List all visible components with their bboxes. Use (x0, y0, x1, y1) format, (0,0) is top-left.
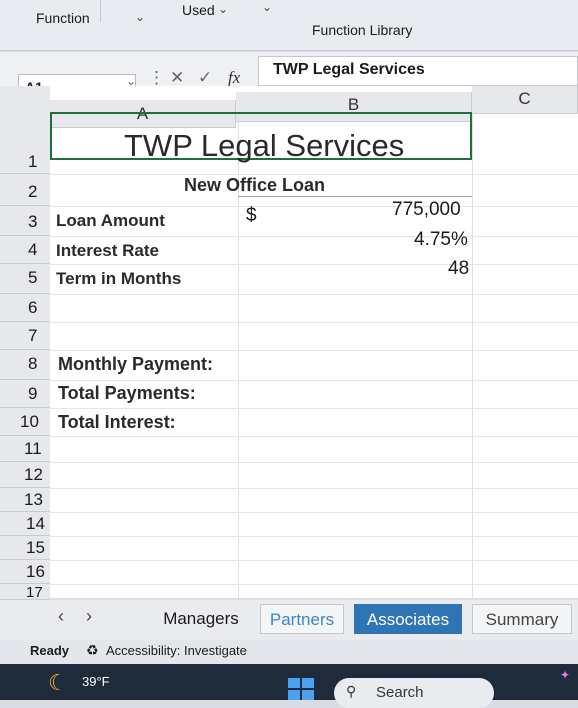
gridline (50, 236, 578, 237)
status-ready: Ready (30, 643, 70, 658)
start-windows-icon[interactable] (288, 678, 314, 700)
cell-bottom-border (238, 196, 472, 197)
gridline (50, 462, 578, 463)
sheet-tab-summary[interactable]: Summary (472, 604, 572, 634)
chevron-down-icon[interactable]: ⌄ (218, 2, 228, 16)
ribbon-separator (100, 0, 101, 22)
row-header-11[interactable]: 11 (0, 436, 50, 462)
scroll-tabs-right-icon[interactable]: › (86, 606, 92, 627)
taskbar: ☾ 39°F ⚲ Search ✦ (0, 664, 578, 708)
gridline (50, 264, 578, 265)
chevron-down-icon[interactable]: ⌄ (135, 10, 145, 24)
cell-subtitle[interactable]: New Office Loan (184, 175, 325, 196)
formula-input[interactable]: TWP Legal Services (258, 56, 578, 86)
ribbon: Function ⌄ Used ⌄ ⌄ Function Library (0, 0, 578, 51)
status-bar: Ready ♻ Accessibility: Investigate (0, 640, 578, 664)
gridline (472, 112, 473, 600)
row-header-9[interactable]: 9 (0, 380, 50, 408)
row-header-8[interactable]: 8 (0, 350, 50, 380)
row-header-12[interactable]: 12 (0, 462, 50, 488)
cell-interest-rate-value[interactable]: 4.75% (414, 229, 468, 251)
sheet-tab-partners[interactable]: Partners (260, 604, 344, 634)
row-header-3[interactable]: 3 (0, 206, 50, 236)
row-header-10[interactable]: 10 (0, 408, 50, 436)
cell-term-label[interactable]: Term in Months (56, 269, 181, 289)
gridline (50, 294, 578, 295)
row-header-5[interactable]: 5 (0, 264, 50, 294)
cell-term-value[interactable]: 48 (448, 258, 469, 280)
insert-function-button[interactable]: Function (36, 10, 90, 26)
enter-icon[interactable]: ✓ (198, 68, 212, 88)
search-icon: ⚲ (346, 683, 357, 699)
column-header-c[interactable]: C (472, 86, 578, 114)
cell-loan-amount-value[interactable]: 775,000 (392, 199, 461, 221)
weather-moon-icon[interactable]: ☾ (48, 670, 68, 696)
cell-title[interactable]: TWP Legal Services (124, 128, 404, 164)
row-header-15[interactable]: 15 (0, 536, 50, 560)
cell-dollar-sign[interactable]: $ (246, 205, 257, 227)
accessibility-icon: ♻ (86, 642, 99, 658)
row-header-14[interactable]: 14 (0, 512, 50, 536)
row-header-6[interactable]: 6 (0, 294, 50, 322)
gridline (50, 380, 578, 381)
gridline (50, 584, 578, 585)
row-header-17[interactable]: 17 (0, 584, 50, 600)
cell-interest-rate-label[interactable]: Interest Rate (56, 241, 159, 261)
weather-temperature[interactable]: 39°F (82, 674, 110, 689)
accessibility-status[interactable]: Accessibility: Investigate (106, 643, 247, 658)
scroll-tabs-left-icon[interactable]: ‹ (58, 606, 64, 627)
gridline (50, 206, 578, 207)
row-header-1[interactable]: 1 (0, 128, 50, 174)
row-header-2[interactable]: 2 (0, 174, 50, 206)
more-icon: ⋮ (148, 68, 165, 87)
gridline (50, 436, 578, 437)
sheet-tab-managers[interactable]: Managers (154, 604, 248, 634)
sheet-tab-associates[interactable]: Associates (354, 604, 462, 634)
recently-used-button[interactable]: Used (182, 2, 215, 18)
taskbar-search-placeholder: Search (376, 684, 424, 701)
cell-total-payments-label[interactable]: Total Payments: (58, 383, 196, 404)
row-header-13[interactable]: 13 (0, 488, 50, 512)
gridline (50, 408, 578, 409)
gridline (50, 512, 578, 513)
row-header-7[interactable]: 7 (0, 322, 50, 350)
gridline (50, 536, 578, 537)
gridline (50, 322, 578, 323)
cell-loan-amount-label[interactable]: Loan Amount (56, 211, 165, 231)
row-header-4[interactable]: 4 (0, 236, 50, 264)
gridline (50, 350, 578, 351)
gridline (50, 560, 578, 561)
select-all-corner[interactable] (0, 86, 50, 128)
cell-total-interest-label[interactable]: Total Interest: (58, 412, 176, 433)
insert-function-icon[interactable]: fx (228, 68, 240, 88)
function-library-group-label: Function Library (312, 22, 413, 38)
chevron-down-icon[interactable]: ⌄ (262, 0, 272, 14)
cancel-icon[interactable]: ✕ (170, 68, 184, 88)
cell-monthly-payment-label[interactable]: Monthly Payment: (58, 354, 213, 375)
taskbar-search-box[interactable]: ⚲ Search (334, 678, 494, 708)
copilot-sparkle-icon[interactable]: ✦ (560, 668, 570, 682)
gridline (50, 488, 578, 489)
row-header-16[interactable]: 16 (0, 560, 50, 584)
